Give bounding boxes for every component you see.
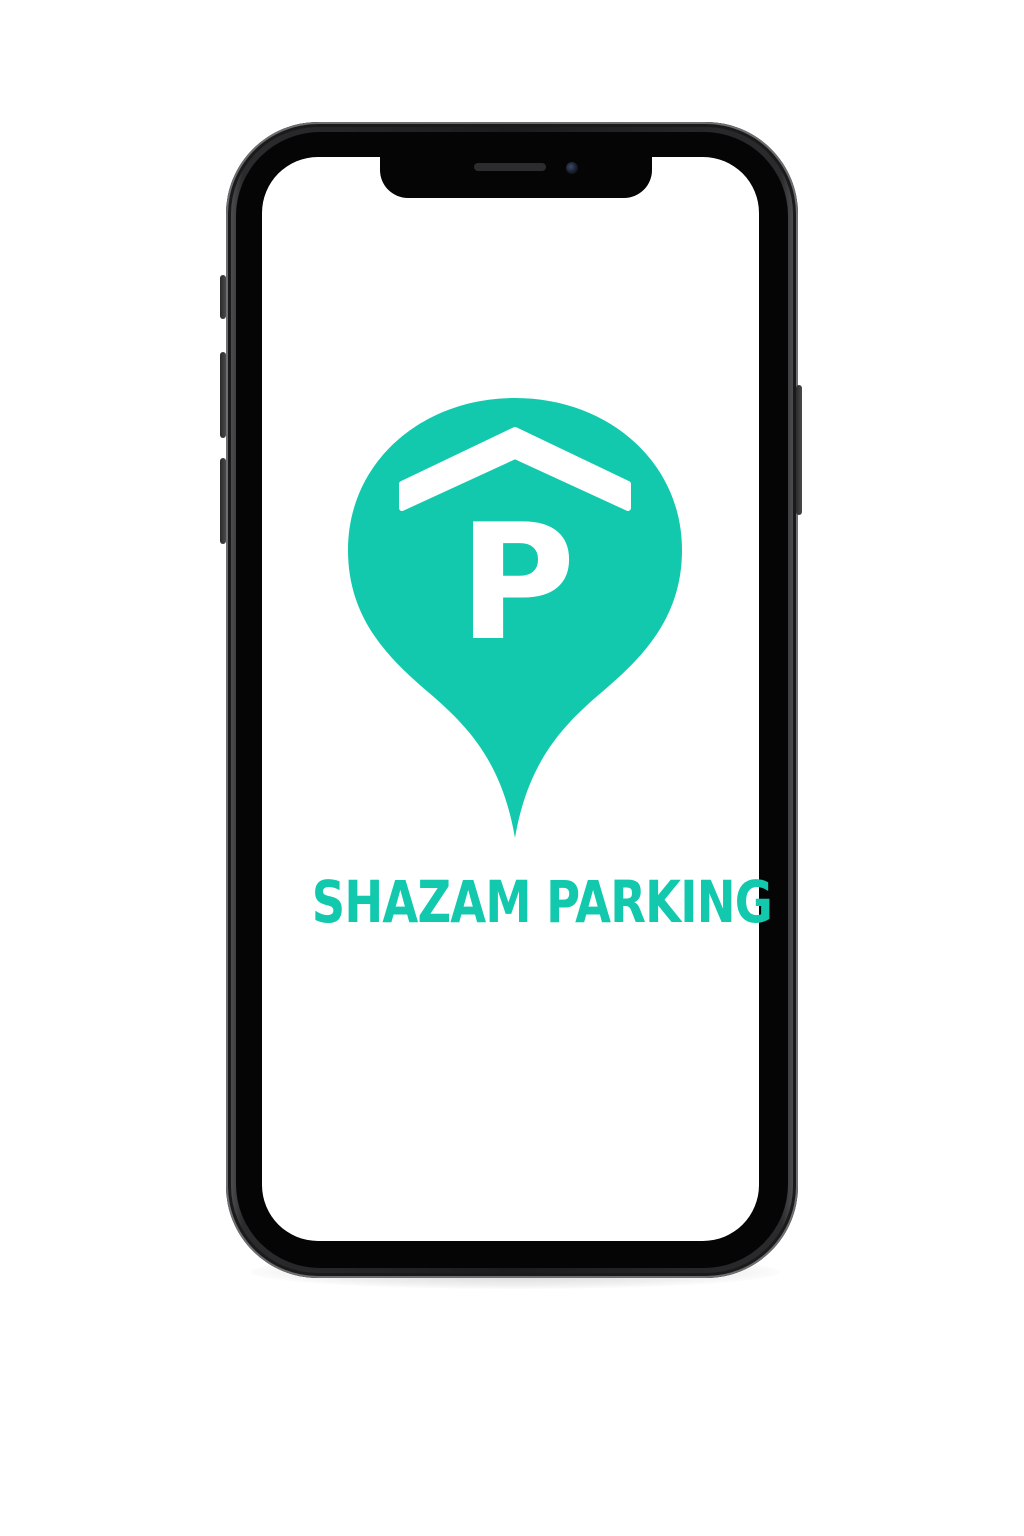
volume-down-button [220,458,226,544]
parking-location-pin-icon: P [348,398,682,838]
brand-name: SHAZAM PARKING [311,868,773,936]
volume-up-button [220,352,226,438]
notch [380,150,652,198]
page: P SHAZAM PARKING [0,0,1024,1536]
front-camera-icon [566,162,578,174]
power-button [796,385,802,515]
mute-switch [220,275,226,319]
parking-letter: P [458,489,575,676]
earpiece-speaker-icon [474,163,546,171]
